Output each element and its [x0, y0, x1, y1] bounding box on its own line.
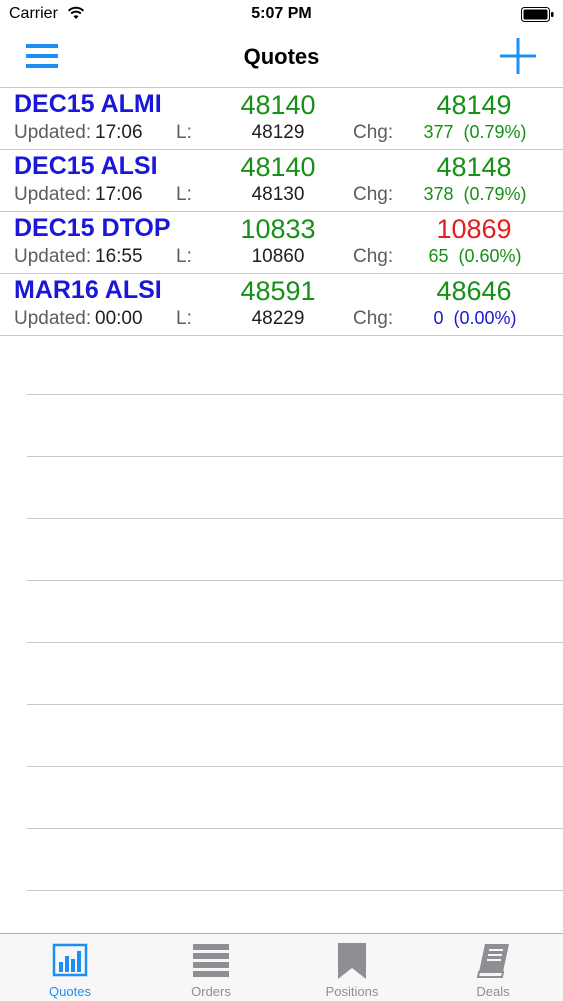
change-label: Chg: — [353, 246, 394, 267]
quote-symbol: DEC15 ALMI — [14, 90, 162, 118]
quote-symbol: DEC15 ALSI — [14, 152, 158, 180]
status-bar: Carrier 5:07 PM — [0, 0, 563, 30]
quote-change: 65 (0.60%) — [428, 246, 522, 266]
clock-time: 5:07 PM — [251, 5, 312, 22]
empty-row-divider — [27, 705, 563, 767]
updated-time: 16:55 — [95, 246, 143, 267]
quote-bid: 48140 — [240, 152, 316, 182]
empty-row-divider — [27, 333, 563, 395]
quote-last: 48229 — [251, 308, 305, 329]
quote-last: 10860 — [251, 246, 305, 267]
empty-row-divider — [27, 767, 563, 829]
tab-deals[interactable]: Deals — [423, 934, 563, 1001]
updated-time: 17:06 — [95, 184, 143, 205]
updated-label: Updated: — [14, 246, 92, 267]
empty-row-divider — [27, 829, 563, 891]
quote-change: 0 (0.00%) — [433, 308, 517, 328]
tab-bar: Quotes Orders Positions Deals — [0, 933, 563, 1001]
page-title: Quotes — [243, 44, 320, 69]
quote-bid: 48140 — [240, 90, 316, 120]
bar-chart-icon — [52, 943, 88, 977]
quote-symbol: MAR16 ALSI — [14, 276, 162, 304]
quote-row[interactable]: DEC15 DTOP 10833 10869 Updated: 16:55 L:… — [0, 212, 563, 274]
quote-change: 377 (0.79%) — [423, 122, 527, 142]
updated-label: Updated: — [14, 308, 92, 329]
quote-last: 48129 — [251, 122, 305, 143]
empty-row-divider — [27, 395, 563, 457]
quote-bid: 10833 — [240, 214, 316, 244]
quote-last: 48130 — [251, 184, 305, 205]
list-icon — [193, 944, 229, 977]
empty-row-divider — [27, 581, 563, 643]
quote-row[interactable]: MAR16 ALSI 48591 48646 Updated: 00:00 L:… — [0, 274, 563, 336]
empty-row-divider — [27, 519, 563, 581]
updated-label: Updated: — [14, 122, 92, 143]
quote-bid: 48591 — [240, 276, 316, 306]
quote-row[interactable]: DEC15 ALMI 48140 48149 Updated: 17:06 L:… — [0, 88, 563, 150]
tab-quotes[interactable]: Quotes — [0, 934, 140, 1001]
quotes-list: DEC15 ALMI 48140 48149 Updated: 17:06 L:… — [0, 88, 563, 336]
updated-time: 00:00 — [95, 308, 143, 329]
plus-icon[interactable] — [500, 38, 536, 74]
updated-time: 17:06 — [95, 122, 143, 143]
quote-row[interactable]: DEC15 ALSI 48140 48148 Updated: 17:06 L:… — [0, 150, 563, 212]
last-label: L: — [176, 184, 192, 205]
empty-row-divider — [27, 643, 563, 705]
tab-label: Orders — [191, 984, 231, 999]
tab-positions[interactable]: Positions — [282, 934, 422, 1001]
change-label: Chg: — [353, 184, 394, 205]
last-label: L: — [176, 308, 192, 329]
change-label: Chg: — [353, 122, 394, 143]
tab-orders[interactable]: Orders — [141, 934, 281, 1001]
navigation-bar: Quotes — [0, 30, 563, 88]
quote-ask: 48149 — [436, 90, 512, 120]
quote-ask: 10869 — [436, 214, 512, 244]
quote-ask: 48148 — [436, 152, 512, 182]
tab-label: Deals — [476, 984, 510, 999]
empty-row-divider — [27, 457, 563, 519]
quote-ask: 48646 — [436, 276, 512, 306]
tab-label: Quotes — [49, 984, 91, 999]
last-label: L: — [176, 122, 192, 143]
tab-label: Positions — [325, 984, 379, 999]
bookmark-icon — [338, 943, 366, 979]
updated-label: Updated: — [14, 184, 92, 205]
quote-change: 378 (0.79%) — [423, 184, 527, 204]
battery-icon — [521, 7, 554, 22]
change-label: Chg: — [353, 308, 394, 329]
book-icon — [476, 944, 509, 978]
quote-symbol: DEC15 DTOP — [14, 214, 171, 242]
empty-rows — [0, 333, 563, 891]
last-label: L: — [176, 246, 192, 267]
